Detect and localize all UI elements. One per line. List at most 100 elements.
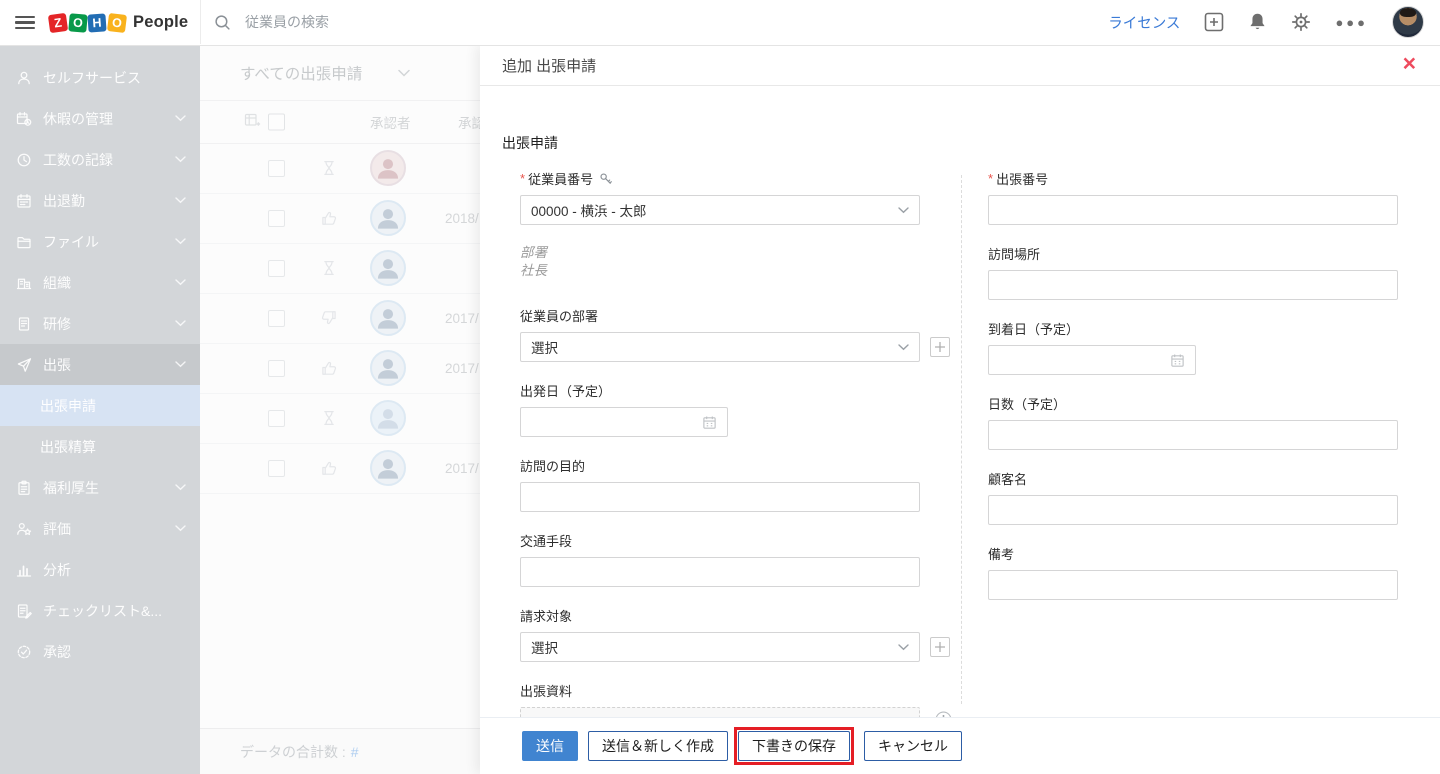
row-checkbox[interactable] (268, 360, 285, 377)
modal-header: 追加 出張申請 × (480, 45, 1440, 86)
sidebar-item-timesheet[interactable]: 工数の記録 (0, 139, 200, 180)
sidebar-item-label: 分析 (43, 561, 71, 578)
chevron-down-icon (175, 484, 186, 491)
sidebar-item-appraisal[interactable]: 評価 (0, 508, 200, 549)
transport-input[interactable] (520, 557, 920, 587)
logo-letter-tile: H (87, 12, 107, 33)
add-option-icon[interactable] (930, 337, 950, 357)
row-checkbox[interactable] (268, 460, 285, 477)
row-checkbox[interactable] (268, 260, 285, 277)
notes-input[interactable] (988, 570, 1398, 600)
chevron-down-icon (175, 279, 186, 286)
logo-product-name: People (133, 13, 189, 31)
sidebar-item-files[interactable]: ファイル (0, 221, 200, 262)
approved-date: 2018/ (445, 211, 479, 226)
add-option-icon[interactable] (930, 637, 950, 657)
sidebar-item-training[interactable]: 研修 (0, 303, 200, 344)
approver-avatar (370, 150, 406, 186)
more-options-icon[interactable]: ●●● (1335, 15, 1368, 30)
sidebar-item-checklist[interactable]: チェックリスト&... (0, 590, 200, 631)
checklist-icon (16, 603, 32, 619)
field-employee-id: * 従業員番号 00000 - 横浜 - 太郎 (520, 169, 920, 225)
sidebar-item-benefits[interactable]: 福利厚生 (0, 467, 200, 508)
sidebar-item-attendance[interactable]: 出退勤 (0, 180, 200, 221)
cancel-button[interactable]: キャンセル (864, 731, 962, 761)
table-row[interactable]: 2018/ (200, 194, 480, 244)
chevron-down-icon (898, 643, 909, 650)
chevron-down-icon (175, 115, 186, 122)
table-row[interactable] (200, 394, 480, 444)
submit-and-new-button[interactable]: 送信＆新しく作成 (588, 731, 728, 761)
lookup-key-icon[interactable] (599, 172, 613, 186)
zoho-people-logo[interactable]: Z O H O People (47, 12, 189, 33)
logo-letter-tile: O (106, 12, 127, 33)
table-row[interactable] (200, 244, 480, 294)
approver-avatar (370, 200, 406, 236)
submit-button[interactable]: 送信 (522, 731, 578, 761)
chevron-down-icon (898, 343, 909, 350)
select-all-checkbox[interactable] (268, 113, 285, 131)
files-icon (16, 234, 32, 250)
trip-number-input[interactable] (988, 195, 1398, 225)
sidebar-nav: セルフサービス 休暇の管理 工数の記録出退勤ファイル 組織 研修 出張 出張申請 出張精算福利… (0, 45, 200, 774)
total-records-value: # (350, 743, 359, 760)
table-columns-icon[interactable] (244, 112, 261, 132)
field-purpose: 訪問の目的 (520, 456, 920, 512)
calendar-icon (16, 193, 32, 209)
save-draft-button[interactable]: 下書きの保存 (738, 731, 850, 761)
sidebar-item-organization[interactable]: 組織 (0, 262, 200, 303)
chevron-down-icon (175, 525, 186, 532)
row-checkbox[interactable] (268, 310, 285, 327)
sidebar-subitem-travel-request[interactable]: 出張申請 (0, 385, 200, 426)
logo-letter-tile: Z (47, 12, 69, 33)
search-input[interactable] (243, 13, 547, 31)
department-static-info: 部署 社長 (520, 244, 920, 280)
appraisal-icon (16, 521, 32, 537)
department-value: 社長 (520, 263, 547, 278)
license-link[interactable]: ライセンス (1108, 12, 1180, 33)
notifications-bell-icon[interactable] (1248, 12, 1267, 32)
column-divider (961, 175, 962, 704)
user-avatar[interactable] (1392, 6, 1424, 38)
employee-id-select[interactable]: 00000 - 横浜 - 太郎 (520, 195, 920, 225)
hamburger-menu-icon[interactable] (15, 15, 35, 30)
sidebar-item-approvals[interactable]: 承認 (0, 631, 200, 672)
sidebar-item-travel[interactable]: 出張 (0, 344, 200, 385)
chevron-down-icon (898, 206, 909, 213)
close-icon[interactable]: × (1403, 52, 1416, 75)
billing-select[interactable]: 選択 (520, 632, 920, 662)
days-input[interactable] (988, 420, 1398, 450)
customer-input[interactable] (988, 495, 1398, 525)
sidebar-item-self-service[interactable]: セルフサービス (0, 57, 200, 98)
employee-department-select[interactable]: 選択 (520, 332, 920, 362)
table-row[interactable]: 2017/ (200, 294, 480, 344)
list-view-dropdown[interactable]: すべての出張申請 (200, 45, 480, 101)
field-transport: 交通手段 (520, 531, 920, 587)
sidebar-item-label: 福利厚生 (43, 479, 99, 496)
table-row[interactable]: 2017/ (200, 344, 480, 394)
arrival-date-input[interactable] (988, 345, 1196, 375)
sidebar-item-label: 出退勤 (43, 192, 85, 209)
purpose-input[interactable] (520, 482, 920, 512)
sidebar-subitem-travel-expense[interactable]: 出張精算 (0, 426, 200, 467)
row-checkbox[interactable] (268, 410, 285, 427)
logo-letter-tile: O (67, 12, 88, 33)
sidebar-item-analytics[interactable]: 分析 (0, 549, 200, 590)
doc-icon (16, 316, 32, 332)
chevron-down-icon (175, 238, 186, 245)
row-checkbox[interactable] (268, 210, 285, 227)
add-new-icon[interactable] (1204, 12, 1224, 32)
list-footer: データの合計数 : # (200, 728, 480, 774)
row-checkbox[interactable] (268, 160, 285, 177)
approved-date: 2017/ (445, 461, 479, 476)
field-label: 到着日（予定） (988, 322, 1080, 337)
table-row[interactable] (200, 144, 480, 194)
table-row[interactable]: 2017/ (200, 444, 480, 494)
visit-place-input[interactable] (988, 270, 1398, 300)
field-label: 顧客名 (988, 472, 1028, 487)
settings-gear-icon[interactable] (1291, 12, 1311, 32)
departure-date-input[interactable] (520, 407, 728, 437)
sidebar-item-label: 承認 (43, 643, 71, 660)
total-records-label: データの合計数 : (240, 743, 346, 760)
sidebar-item-leave[interactable]: 休暇の管理 (0, 98, 200, 139)
